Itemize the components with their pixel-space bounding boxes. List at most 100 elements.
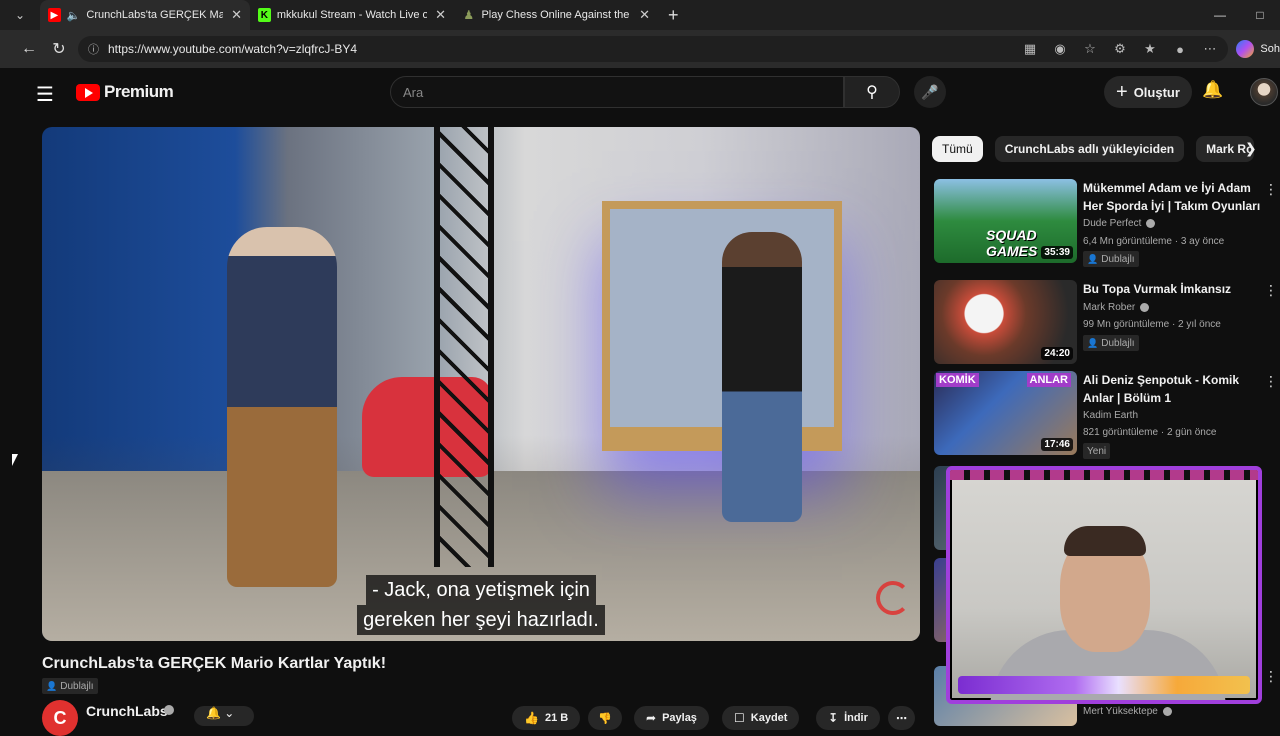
recommendation-item[interactable]: KOMİK ANLAR 17:46 Ali Deniz Şenpotuk - K… [934,371,1278,459]
mouse-cursor-icon [12,454,24,466]
recommendation-item[interactable]: 24:20 Bu Topa Vurmak İmkansız Mark Rober… [934,280,1278,364]
more-actions-button[interactable]: ⋯ [888,706,915,730]
url-text: https://www.youtube.com/watch?v=zlqfrcJ-… [108,42,358,56]
video-player[interactable]: - Jack, ona yetişmek için gereken her şe… [42,127,920,641]
create-button[interactable]: + Oluştur [1104,76,1192,108]
recommendation-channel[interactable]: Kadim Earth [1083,410,1138,421]
save-label: Kaydet [750,712,788,724]
tab-kick-stream[interactable]: K mkkukul Stream - Watch Live on K ✕ [250,0,454,30]
recommendation-title[interactable]: Ali Deniz Şenpotuk - Komik Anlar | Bölüm… [1083,371,1265,407]
new-tab-icon[interactable]: + [668,5,679,26]
verified-icon [1162,707,1172,716]
recommendation-channel[interactable]: Dude Perfect [1083,218,1156,229]
more-menu-icon[interactable]: ⋯ [1200,41,1220,57]
tab-close-icon[interactable]: ✕ [231,7,242,23]
chevron-right-icon[interactable]: ❯ [1245,140,1257,157]
address-bar-row: ← ↻ ⓘ https://www.youtube.com/watch?v=zl… [0,30,1280,68]
more-vertical-icon[interactable]: ⋮ [1264,282,1278,299]
share-button[interactable]: ➦ Paylaş [634,706,709,730]
subscription-bell-button[interactable]: 🔔 ⌄ [194,706,254,726]
logo-text: Premium [104,82,174,101]
caption-line: - Jack, ona yetişmek için [366,575,596,605]
video-captions: - Jack, ona yetişmek için gereken her şe… [42,575,920,635]
user-avatar[interactable] [1250,78,1278,106]
video-thumbnail[interactable]: SQUAD GAMES 35:39 [934,179,1077,263]
channel-name[interactable]: CrunchLabs [86,703,168,719]
tab-crunchlabs[interactable]: ▶ 🔈 CrunchLabs'ta GERÇEK Mario ✕ [40,0,250,30]
person-voice-icon: 👤 [1087,253,1099,264]
webcam-frame-bar [958,676,1250,694]
tab-close-icon[interactable]: ✕ [435,7,446,23]
dislike-button[interactable]: 👎 [588,706,622,730]
more-vertical-icon[interactable]: ⋮ [1264,181,1278,198]
minimize-icon[interactable]: — [1200,0,1240,30]
search-button[interactable]: ⚲ [844,76,900,108]
window-controls: — □ [1200,0,1280,30]
more-horizontal-icon: ⋯ [896,712,907,725]
badge-label: Yeni [1087,445,1107,457]
chess-favicon-icon: ♟ [463,8,475,22]
copilot-icon [1236,40,1255,58]
maximize-icon[interactable]: □ [1240,0,1280,30]
audio-icon[interactable]: 🔈 [67,9,81,22]
new-badge: Yeni [1083,443,1111,459]
recommendation-item[interactable]: SQUAD GAMES 35:39 Mükemmel Adam ve İyi A… [934,179,1278,267]
recommendation-meta: 6,4 Mn görüntüleme · 3 ay önce [1083,236,1225,247]
save-button[interactable]: ☐ Kaydet [722,706,800,730]
video-thumbnail[interactable]: 24:20 [934,280,1077,364]
badge-label: Dublajlı [1101,253,1135,265]
favorites-icon[interactable]: ★ [1140,41,1160,57]
thumbs-up-icon: 👍 [524,711,539,725]
save-icon: ☐ [734,711,745,725]
search-input[interactable]: Ara [390,76,844,108]
chip-from-uploader[interactable]: CrunchLabs adlı yükleyiciden [994,136,1185,162]
person-voice-icon: 👤 [46,680,58,691]
voice-search-button[interactable]: 🎤 [914,76,946,108]
recommendation-meta: 821 görüntüleme · 2 gün önce [1083,427,1217,438]
profile-icon[interactable]: ● [1170,42,1190,57]
more-vertical-icon[interactable]: ⋮ [1264,373,1278,390]
thumbnail-text: KOMİK [936,373,979,387]
youtube-premium-logo[interactable]: Premium [76,82,174,102]
address-bar-icons: ▦ ◉ ☆ ⚙ ★ ● ⋯ [1020,30,1220,68]
like-button[interactable]: 👍 21 B [512,706,581,730]
share-label: Paylaş [662,712,697,724]
notifications-bell-icon[interactable]: 🔔 [1202,80,1223,100]
chip-all[interactable]: Tümü [932,136,983,162]
video-title: CrunchLabs'ta GERÇEK Mario Kartlar Yaptı… [42,655,387,672]
site-info-icon[interactable]: ⓘ [88,41,100,57]
channel-action-row: C CrunchLabs 🔔 ⌄ 👍 21 B 👎 ➦ Paylaş ☐ Kay… [42,700,922,736]
back-arrow-icon[interactable]: ← [14,34,44,64]
recommendation-title[interactable]: Bu Topa Vurmak İmkansız [1083,280,1265,298]
copilot-button[interactable]: Soh [1236,38,1280,60]
channel-avatar[interactable]: C [42,700,78,736]
video-frame-person [227,227,337,587]
browser-tab-bar: ⌄ ▶ 🔈 CrunchLabs'ta GERÇEK Mario ✕ K mkk… [0,0,1280,30]
recommendation-title[interactable]: Mükemmel Adam ve İyi Adam Her Sporda İyi… [1083,179,1265,215]
download-button[interactable]: ↧ İndir [816,706,880,730]
tab-list-chevron-icon[interactable]: ⌄ [0,0,40,30]
recommendation-channel[interactable]: Mert Yüksektepe [1083,706,1172,717]
channel-watermark-icon[interactable] [876,581,910,615]
more-vertical-icon[interactable]: ⋮ [1264,668,1278,685]
related-filter-chips: Tümü CrunchLabs adlı yükleyiciden Mark R… [932,136,1255,162]
youtube-favicon-icon: ▶ [48,8,61,22]
recommendation-channel[interactable]: Mark Rober [1083,302,1150,313]
reload-icon[interactable]: ↻ [44,34,74,64]
grid-icon[interactable]: ▦ [1020,41,1040,57]
tab-close-icon[interactable]: ✕ [639,7,650,23]
video-thumbnail[interactable]: KOMİK ANLAR 17:46 [934,371,1077,455]
tab-chess[interactable]: ♟ Play Chess Online Against the Com ✕ [454,0,658,30]
webcam-person-hair [1064,526,1146,556]
create-label: Oluştur [1133,84,1180,100]
video-frame-truss [434,127,494,567]
eye-off-icon[interactable]: ◉ [1050,41,1070,57]
hamburger-menu-icon[interactable]: ☰ [36,82,54,107]
tab-title: mkkukul Stream - Watch Live on K [276,9,428,21]
search-placeholder: Ara [403,84,424,100]
dubbed-badge: 👤 Dublajlı [1083,251,1139,267]
star-icon[interactable]: ☆ [1080,41,1100,57]
caption-line: gereken her şeyi hazırladı. [357,605,605,635]
extension-icon[interactable]: ⚙ [1110,41,1130,57]
verified-icon [1140,303,1150,312]
